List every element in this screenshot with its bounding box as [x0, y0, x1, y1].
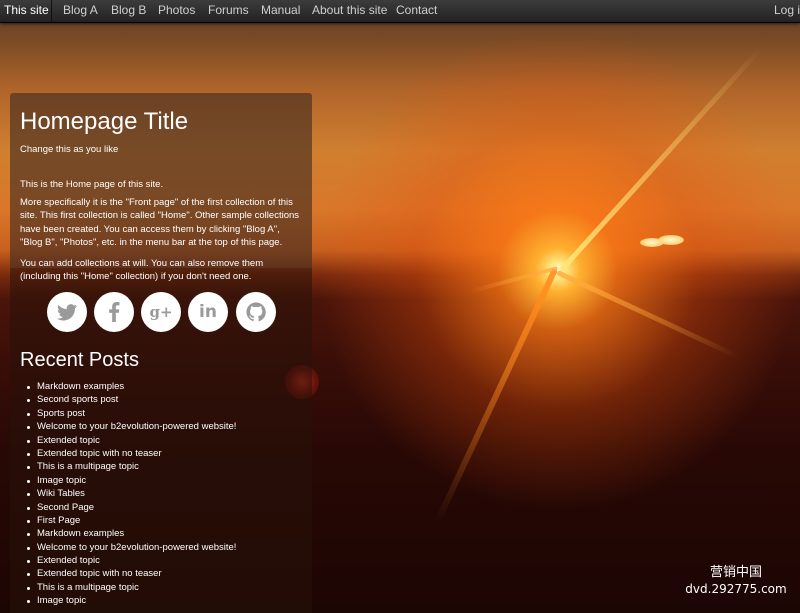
twitter-icon: [57, 303, 77, 320]
nav-blog-b[interactable]: Blog B: [111, 3, 146, 17]
linkedin-button[interactable]: in: [188, 292, 228, 332]
watermark-line: dvd.292775.com: [685, 582, 787, 596]
nav-divider: [51, 0, 52, 22]
nav-blog-a[interactable]: Blog A: [63, 3, 98, 17]
github-button[interactable]: [236, 292, 276, 332]
recent-post-link[interactable]: Extended topic: [20, 554, 236, 567]
intro-paragraph: This is the Home page of this site.: [20, 179, 164, 190]
recent-post-link[interactable]: Extended topic: [20, 434, 236, 447]
recent-post-link[interactable]: First Page: [20, 514, 236, 527]
lit-cloud: [658, 235, 684, 245]
recent-post-link[interactable]: This is a multipage topic: [20, 460, 236, 473]
recent-post-link[interactable]: Second sports post: [20, 393, 236, 406]
nav-contact[interactable]: Contact: [396, 3, 437, 17]
watermark: 营销中国 dvd.292775.com: [676, 561, 796, 596]
recent-post-link[interactable]: Welcome to your b2evolution-powered webs…: [20, 420, 236, 433]
top-navbar: This site Blog A Blog B Photos Forums Ma…: [0, 0, 800, 23]
facebook-button[interactable]: [94, 292, 134, 332]
recent-post-link[interactable]: This is a multipage topic: [20, 581, 236, 594]
nav-manual[interactable]: Manual: [261, 3, 300, 17]
recent-post-link[interactable]: Image topic: [20, 474, 236, 487]
facebook-icon: [109, 302, 120, 322]
google-plus-button[interactable]: g+: [141, 292, 181, 332]
recent-posts-list: Markdown examples Second sports post Sport…: [20, 380, 236, 608]
nav-this-site[interactable]: This site: [4, 3, 49, 17]
watermark-line: 营销中国: [709, 564, 762, 579]
github-icon: [246, 302, 266, 322]
recent-post-link[interactable]: Wiki Tables: [20, 487, 236, 500]
recent-post-link[interactable]: Extended topic with no teaser: [20, 447, 236, 460]
recent-post-link[interactable]: Sports post: [20, 407, 236, 420]
intro-paragraph: More specifically it is the "Front page"…: [20, 197, 300, 249]
recent-post-link[interactable]: Welcome to your b2evolution-powered webs…: [20, 541, 236, 554]
recent-post-link[interactable]: Second Page: [20, 501, 236, 514]
nav-forums[interactable]: Forums: [208, 3, 249, 17]
linkedin-icon: in: [199, 302, 217, 322]
nav-photos[interactable]: Photos: [158, 3, 195, 17]
recent-post-link[interactable]: Extended topic with no teaser: [20, 567, 236, 580]
twitter-button[interactable]: [47, 292, 87, 332]
recent-post-link[interactable]: Markdown examples: [20, 380, 236, 393]
intro-paragraph: You can add collections at will. You can…: [20, 258, 264, 283]
google-plus-icon: g+: [149, 303, 173, 321]
recent-posts-heading: Recent Posts: [20, 349, 139, 371]
page-title: Homepage Title: [20, 108, 189, 135]
page-subtitle: Change this as you like: [20, 144, 119, 155]
recent-post-link[interactable]: Image topic: [20, 594, 236, 607]
nav-login[interactable]: Log in: [774, 3, 800, 17]
recent-post-link[interactable]: Markdown examples: [20, 527, 236, 540]
nav-about[interactable]: About this site: [312, 3, 387, 17]
